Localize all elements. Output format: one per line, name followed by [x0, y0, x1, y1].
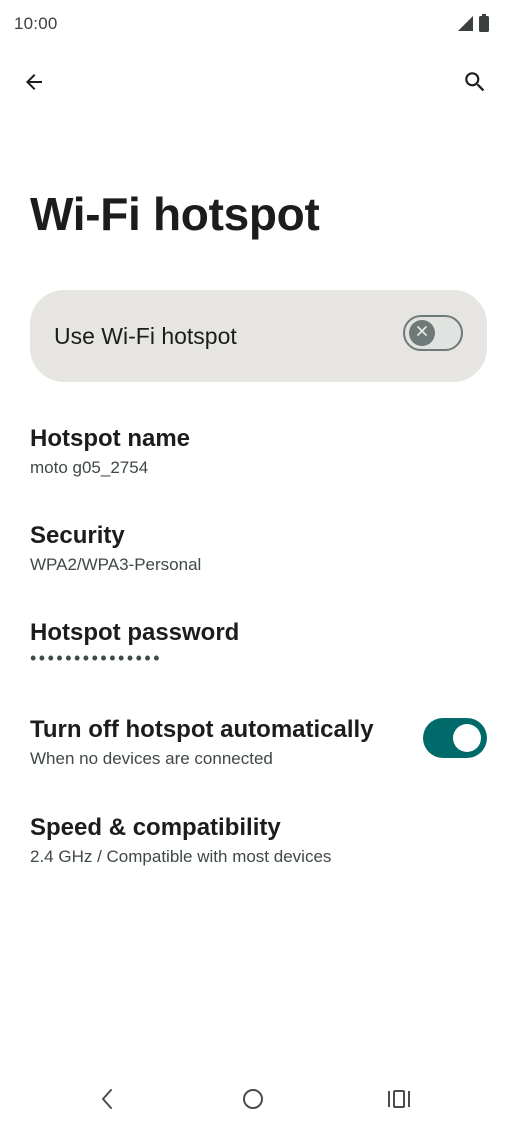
close-icon	[416, 324, 428, 342]
pref-turn-off-automatically[interactable]: Turn off hotspot automatically When no d…	[30, 715, 487, 771]
arrow-back-icon	[22, 70, 46, 99]
top-app-bar	[0, 58, 507, 110]
nav-home-button[interactable]	[238, 1088, 268, 1114]
pref-hotspot-name[interactable]: Hotspot name moto g05_2754	[30, 424, 487, 480]
pref-title: Security	[30, 522, 125, 549]
pref-summary: •••••••••••••••	[30, 648, 163, 668]
pref-speed-compatibility[interactable]: Speed & compatibility 2.4 GHz / Compatib…	[30, 813, 487, 869]
pref-title: Speed & compatibility	[30, 814, 281, 841]
search-button[interactable]	[451, 58, 499, 110]
nav-back-button[interactable]	[92, 1088, 122, 1114]
status-icons	[458, 14, 489, 32]
pref-summary: moto g05_2754	[30, 458, 149, 477]
pref-summary: When no devices are connected	[30, 749, 273, 768]
pref-hotspot-password[interactable]: Hotspot password •••••••••••••••	[30, 618, 487, 670]
switch-thumb	[453, 724, 481, 752]
status-bar: 10:00	[0, 0, 507, 48]
pref-security[interactable]: Security WPA2/WPA3-Personal	[30, 521, 487, 577]
nav-recents-button[interactable]	[384, 1088, 414, 1114]
pref-title: Hotspot name	[30, 425, 191, 452]
page-title: Wi-Fi hotspot	[30, 188, 320, 240]
pref-title: Turn off hotspot automatically	[30, 716, 374, 743]
system-navigation-bar	[0, 1072, 507, 1130]
switch-thumb	[409, 320, 435, 346]
pref-summary: WPA2/WPA3-Personal	[30, 555, 202, 574]
main-switch-label: Use Wi-Fi hotspot	[54, 323, 237, 349]
nav-back-icon	[100, 1088, 114, 1115]
use-wifi-hotspot-switch-bar[interactable]: Use Wi-Fi hotspot	[30, 290, 487, 382]
nav-home-icon	[242, 1088, 264, 1115]
status-time: 10:00	[14, 14, 58, 33]
back-button[interactable]	[10, 58, 58, 110]
battery-icon	[479, 14, 489, 32]
turn-off-automatically-toggle[interactable]	[423, 718, 487, 758]
pref-title: Hotspot password	[30, 619, 240, 646]
pref-summary: 2.4 GHz / Compatible with most devices	[30, 847, 332, 866]
cell-signal-icon	[458, 15, 473, 31]
use-wifi-hotspot-toggle[interactable]	[403, 315, 463, 351]
search-icon	[462, 69, 488, 100]
nav-recents-icon	[387, 1089, 411, 1114]
